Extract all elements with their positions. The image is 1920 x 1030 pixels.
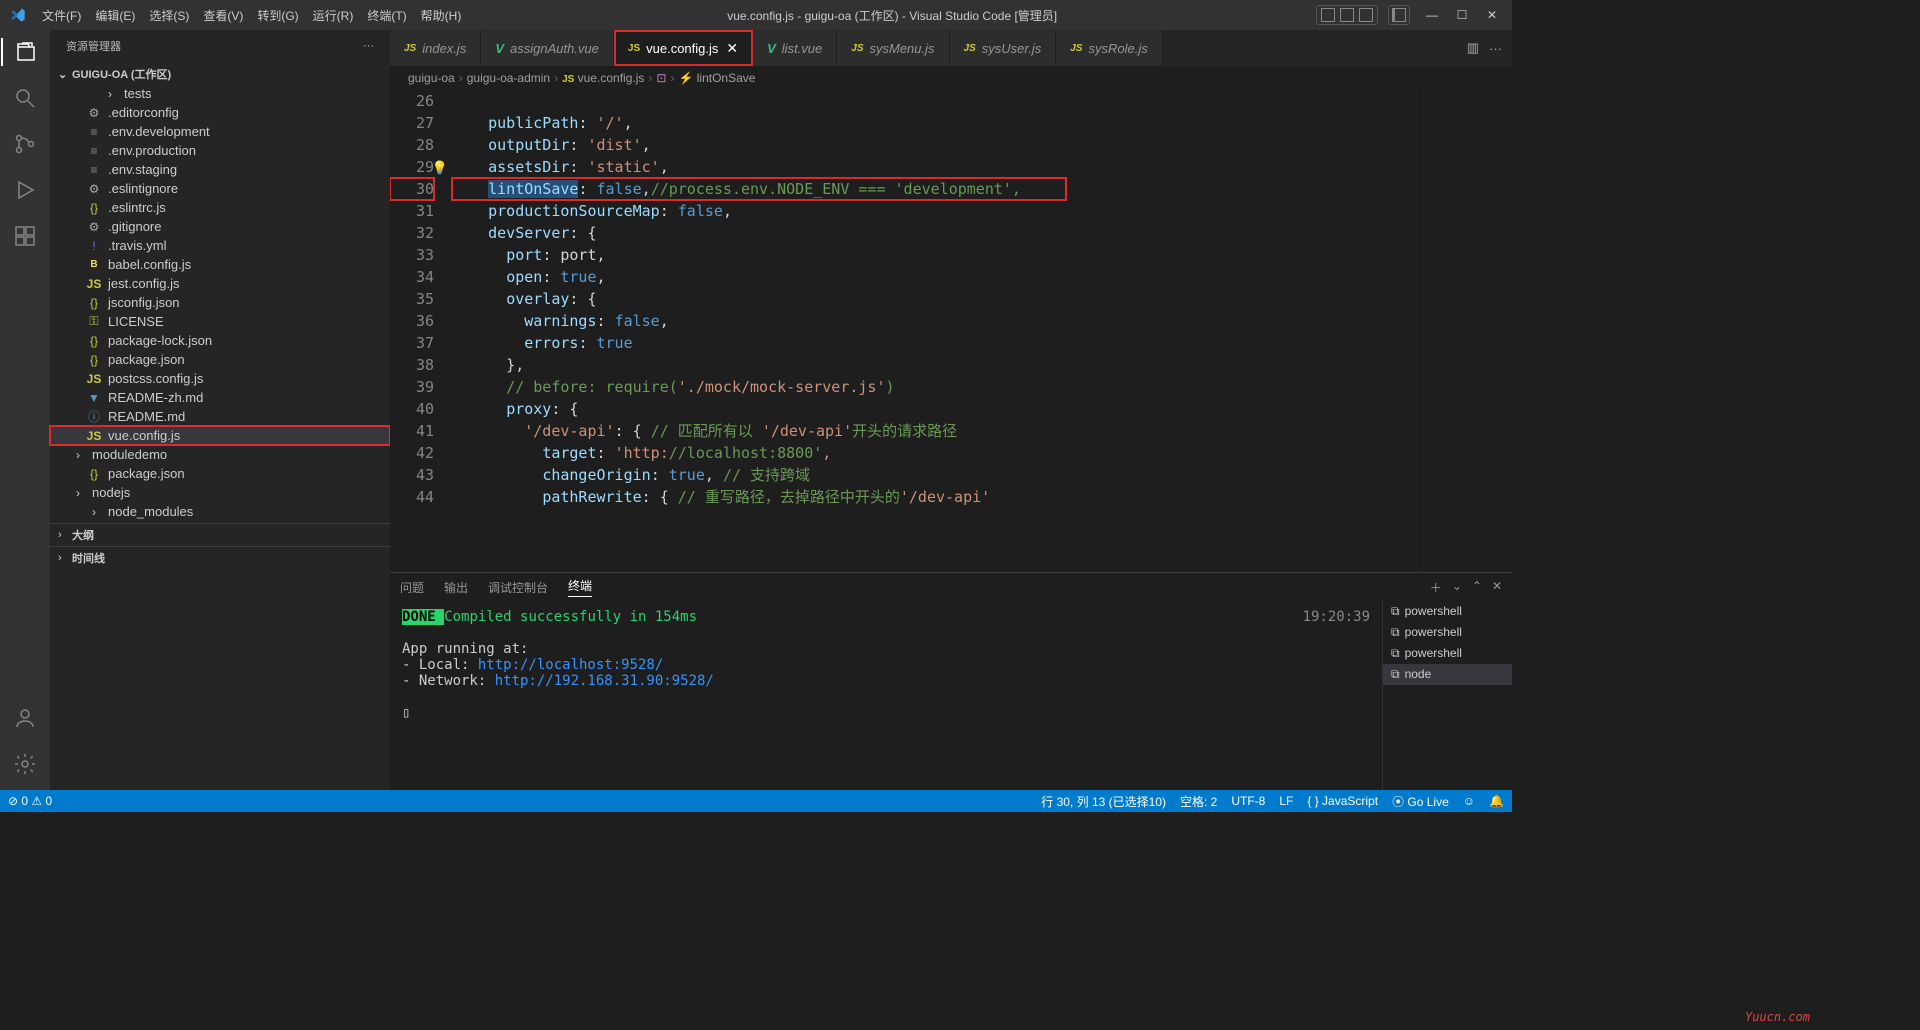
- code-content[interactable]: publicPath: '/', outputDir: 'dist', asse…: [452, 90, 1416, 572]
- run-debug-icon[interactable]: [11, 176, 39, 204]
- maximize-panel-icon[interactable]: ⌃: [1472, 579, 1482, 596]
- menu-item[interactable]: 帮助(H): [414, 7, 469, 24]
- explorer-icon[interactable]: [1, 38, 49, 66]
- status-spaces[interactable]: 空格: 2: [1180, 793, 1217, 810]
- terminal-list: ⧉ powershell⧉ powershell⧉ powershell⧉ no…: [1382, 601, 1512, 790]
- editor-tab[interactable]: JSvue.config.js✕: [614, 30, 753, 66]
- folder-item[interactable]: ›node_modules: [50, 502, 390, 521]
- file-item[interactable]: JSvue.config.js: [50, 426, 390, 445]
- file-item[interactable]: {}.eslintrc.js: [50, 198, 390, 217]
- outline-section[interactable]: ›大纲: [50, 523, 390, 546]
- layout-buttons[interactable]: [1316, 5, 1378, 25]
- close-panel-icon[interactable]: ✕: [1492, 579, 1502, 596]
- editor-tabs: JSindex.jsVassignAuth.vueJSvue.config.js…: [390, 30, 1512, 66]
- source-control-icon[interactable]: [11, 130, 39, 158]
- close-icon[interactable]: ✕: [1480, 8, 1504, 22]
- file-item[interactable]: JSjest.config.js: [50, 274, 390, 293]
- menu-item[interactable]: 查看(V): [196, 7, 250, 24]
- file-item[interactable]: ≡.env.production: [50, 141, 390, 160]
- panel-tab[interactable]: 问题: [400, 579, 424, 596]
- workspace-root[interactable]: ⌄GUIGU-OA (工作区): [50, 64, 390, 84]
- folder-item[interactable]: ›tests: [50, 84, 390, 103]
- activitybar: [0, 30, 50, 790]
- editor-tab[interactable]: JSindex.js: [390, 30, 481, 66]
- status-eol[interactable]: LF: [1279, 794, 1293, 808]
- status-encoding[interactable]: UTF-8: [1231, 794, 1265, 808]
- menu-item[interactable]: 选择(S): [142, 7, 196, 24]
- file-item[interactable]: {}package.json: [50, 464, 390, 483]
- window-title: vue.config.js - guigu-oa (工作区) - Visual …: [468, 7, 1316, 24]
- folder-item[interactable]: ›nodejs: [50, 483, 390, 502]
- split-icon[interactable]: ▥: [1467, 40, 1479, 56]
- settings-gear-icon[interactable]: [11, 750, 39, 778]
- timeline-section[interactable]: ›时间线: [50, 546, 390, 569]
- folder-item[interactable]: ›moduledemo: [50, 445, 390, 464]
- terminal-instance[interactable]: ⧉ node: [1383, 664, 1512, 685]
- editor-tab[interactable]: JSsysMenu.js: [837, 30, 949, 66]
- vscode-logo-icon: [0, 7, 35, 23]
- file-item[interactable]: ≡.env.development: [50, 122, 390, 141]
- menu-item[interactable]: 编辑(E): [88, 7, 142, 24]
- more-icon[interactable]: ···: [1489, 41, 1502, 56]
- editor-tab[interactable]: Vlist.vue: [753, 30, 837, 66]
- minimize-icon[interactable]: —: [1420, 8, 1444, 22]
- account-icon[interactable]: [11, 704, 39, 732]
- file-item[interactable]: !.travis.yml: [50, 236, 390, 255]
- editor-tab[interactable]: JSsysRole.js: [1056, 30, 1162, 66]
- file-item[interactable]: Bbabel.config.js: [50, 255, 390, 274]
- file-item[interactable]: ▼README-zh.md: [50, 388, 390, 407]
- dropdown-icon[interactable]: ⌄: [1452, 579, 1462, 596]
- status-lang[interactable]: { } JavaScript: [1307, 794, 1378, 808]
- status-errors[interactable]: ⊘ 0 ⚠ 0: [8, 794, 52, 808]
- status-position[interactable]: 行 30, 列 13 (已选择10): [1041, 793, 1166, 810]
- panel-tab[interactable]: 调试控制台: [488, 579, 548, 596]
- watermark: Yuucn.com: [1745, 1010, 1810, 1024]
- terminal-instance[interactable]: ⧉ powershell: [1383, 643, 1512, 664]
- menu-item[interactable]: 终端(T): [360, 7, 413, 24]
- sidebar-title: 资源管理器: [66, 38, 363, 54]
- extensions-icon[interactable]: [11, 222, 39, 250]
- panel-tabs: 问题 输出 调试控制台 终端 ＋ ⌄ ⌃ ✕: [390, 573, 1512, 601]
- menubar[interactable]: 文件(F)编辑(E)选择(S)查看(V)转到(G)运行(R)终端(T)帮助(H): [35, 7, 468, 24]
- editor-tab[interactable]: JSsysUser.js: [950, 30, 1057, 66]
- titlebar: 文件(F)编辑(E)选择(S)查看(V)转到(G)运行(R)终端(T)帮助(H)…: [0, 0, 1512, 30]
- bottom-panel: 问题 输出 调试控制台 终端 ＋ ⌄ ⌃ ✕ DONE Compiled succes…: [390, 572, 1512, 790]
- file-item[interactable]: {}package.json: [50, 350, 390, 369]
- panel-tab[interactable]: 输出: [444, 579, 468, 596]
- status-bell-icon[interactable]: 🔔: [1489, 794, 1504, 808]
- editor-tab[interactable]: VassignAuth.vue: [481, 30, 614, 66]
- status-feedback-icon[interactable]: ☺: [1463, 794, 1475, 808]
- more-icon[interactable]: ···: [363, 40, 374, 52]
- layout-custom-icon[interactable]: [1388, 5, 1410, 25]
- menu-item[interactable]: 转到(G): [250, 7, 305, 24]
- search-icon[interactable]: [11, 84, 39, 112]
- maximize-icon[interactable]: ☐: [1450, 8, 1474, 22]
- file-item[interactable]: JSpostcss.config.js: [50, 369, 390, 388]
- file-item[interactable]: ⚙.gitignore: [50, 217, 390, 236]
- new-terminal-icon[interactable]: ＋: [1430, 579, 1442, 596]
- statusbar: ⊘ 0 ⚠ 0 行 30, 列 13 (已选择10) 空格: 2 UTF-8 L…: [0, 790, 1512, 812]
- breadcrumb[interactable]: guigu-oa › guigu-oa-admin › JS vue.confi…: [390, 66, 1512, 90]
- file-item[interactable]: {}package-lock.json: [50, 331, 390, 350]
- line-gutter: 26272829💡303132333435363738394041424344: [390, 90, 452, 572]
- terminal-instance[interactable]: ⧉ powershell: [1383, 601, 1512, 622]
- close-tab-icon[interactable]: ✕: [726, 40, 738, 57]
- file-item[interactable]: ≡.env.staging: [50, 160, 390, 179]
- editor: JSindex.jsVassignAuth.vueJSvue.config.js…: [390, 30, 1512, 790]
- file-item[interactable]: ⚙.editorconfig: [50, 103, 390, 122]
- terminal-instance[interactable]: ⧉ powershell: [1383, 622, 1512, 643]
- file-item[interactable]: ⓘREADME.md: [50, 407, 390, 426]
- minimap[interactable]: [1416, 90, 1512, 572]
- menu-item[interactable]: 运行(R): [306, 7, 361, 24]
- file-item[interactable]: ⚙.eslintignore: [50, 179, 390, 198]
- terminal-output[interactable]: DONE Compiled successfully in 154ms19:20…: [390, 601, 1382, 790]
- panel-tab[interactable]: 终端: [568, 577, 592, 597]
- file-item[interactable]: {}jsconfig.json: [50, 293, 390, 312]
- menu-item[interactable]: 文件(F): [35, 7, 88, 24]
- sidebar: 资源管理器 ··· ⌄GUIGU-OA (工作区) ›tests⚙.editor…: [50, 30, 390, 790]
- status-golive[interactable]: ⦿ Go Live: [1392, 793, 1449, 810]
- file-item[interactable]: ⚿LICENSE: [50, 312, 390, 331]
